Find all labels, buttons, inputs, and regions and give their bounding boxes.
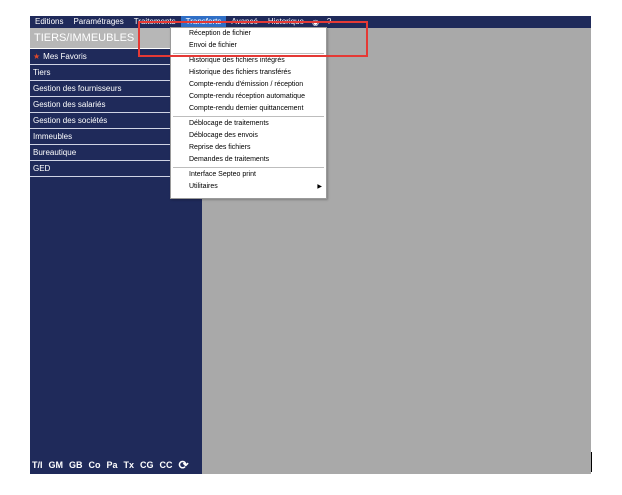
shortcut-ti[interactable]: T/I bbox=[32, 460, 43, 470]
shortcut-co[interactable]: Co bbox=[89, 460, 101, 470]
shortcut-gb[interactable]: GB bbox=[69, 460, 83, 470]
bottom-shortcut-bar: T/I GM GB Co Pa Tx CG CC ⟳ bbox=[30, 456, 204, 474]
shortcut-tx[interactable]: Tx bbox=[124, 460, 135, 470]
submenu-arrow-icon: ▶ bbox=[317, 184, 322, 190]
refresh-icon[interactable]: ⟳ bbox=[179, 458, 189, 472]
menu-item-deblocage-traitements[interactable]: Déblocage de traitements bbox=[171, 118, 326, 130]
shortcut-cc[interactable]: CC bbox=[160, 460, 173, 470]
highlight-box bbox=[138, 21, 368, 57]
menu-item-utilitaires[interactable]: Utilitaires ▶ bbox=[171, 181, 326, 193]
sidebar-item-label: Mes Favoris bbox=[43, 52, 87, 61]
menu-item-historique-transferes[interactable]: Historique des fichiers transférés bbox=[171, 67, 326, 79]
shortcut-pa[interactable]: Pa bbox=[107, 460, 118, 470]
menu-item-interface-septeo[interactable]: Interface Septeo print bbox=[171, 169, 326, 181]
menu-item-reprise-fichiers[interactable]: Reprise des fichiers bbox=[171, 142, 326, 154]
menu-editions[interactable]: Editions bbox=[30, 16, 68, 28]
menu-separator bbox=[173, 167, 324, 168]
shortcut-gm[interactable]: GM bbox=[49, 460, 64, 470]
shortcut-cg[interactable]: CG bbox=[140, 460, 154, 470]
menu-item-demandes-traitements[interactable]: Demandes de traitements bbox=[171, 154, 326, 166]
menu-item-deblocage-envois[interactable]: Déblocage des envois bbox=[171, 130, 326, 142]
menu-item-label: Utilitaires bbox=[189, 183, 218, 190]
menu-item-cr-emission[interactable]: Compte-rendu d'émission / réception bbox=[171, 79, 326, 91]
star-icon: ★ bbox=[33, 52, 41, 61]
text-cursor bbox=[591, 452, 592, 472]
menu-parametrages[interactable]: Paramétrages bbox=[68, 16, 128, 28]
menu-item-cr-reception-auto[interactable]: Compte-rendu réception automatique bbox=[171, 91, 326, 103]
menu-separator bbox=[173, 116, 324, 117]
menu-item-cr-quittancement[interactable]: Compte-rendu dernier quittancement bbox=[171, 103, 326, 115]
